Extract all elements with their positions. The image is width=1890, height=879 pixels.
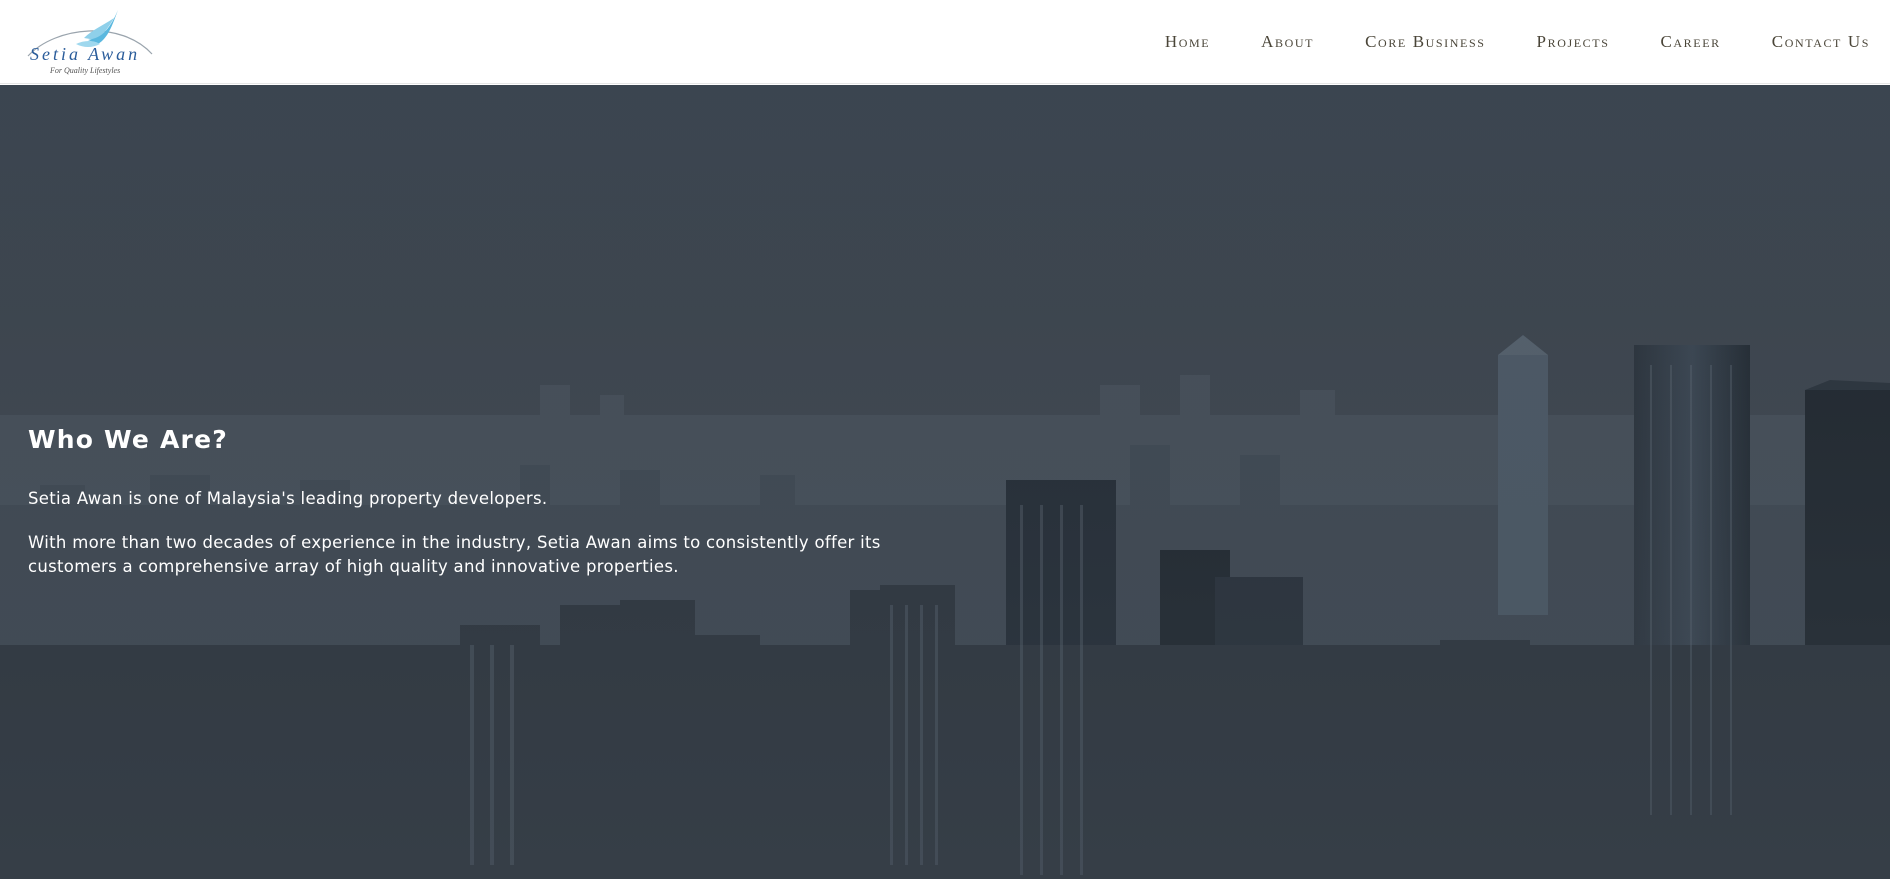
logo[interactable]: Setia Awan For Quality Lifestyles (26, 8, 156, 78)
nav-career[interactable]: Career (1660, 32, 1720, 52)
logo-name: Setia Awan (30, 44, 141, 64)
hero-title: Who We Are? (28, 425, 228, 454)
nav-about[interactable]: About (1261, 32, 1314, 52)
hero-paragraph-intro: Setia Awan is one of Malaysia's leading … (28, 489, 548, 508)
site-header: Setia Awan For Quality Lifestyles Home A… (0, 0, 1890, 84)
nav-core-business[interactable]: Core Business (1365, 32, 1485, 52)
hero-content: Who We Are? Setia Awan is one of Malaysi… (28, 425, 908, 599)
main-nav: Home About Core Business Projects Career… (1114, 0, 1870, 84)
hero-section: Who We Are? Setia Awan is one of Malaysi… (0, 85, 1890, 879)
nav-projects[interactable]: Projects (1537, 32, 1610, 52)
logo-tagline: For Quality Lifestyles (50, 66, 121, 75)
hero-paragraph-experience: With more than two decades of experience… (28, 533, 881, 576)
nav-home[interactable]: Home (1165, 32, 1210, 52)
nav-contact-us[interactable]: Contact Us (1772, 32, 1870, 52)
